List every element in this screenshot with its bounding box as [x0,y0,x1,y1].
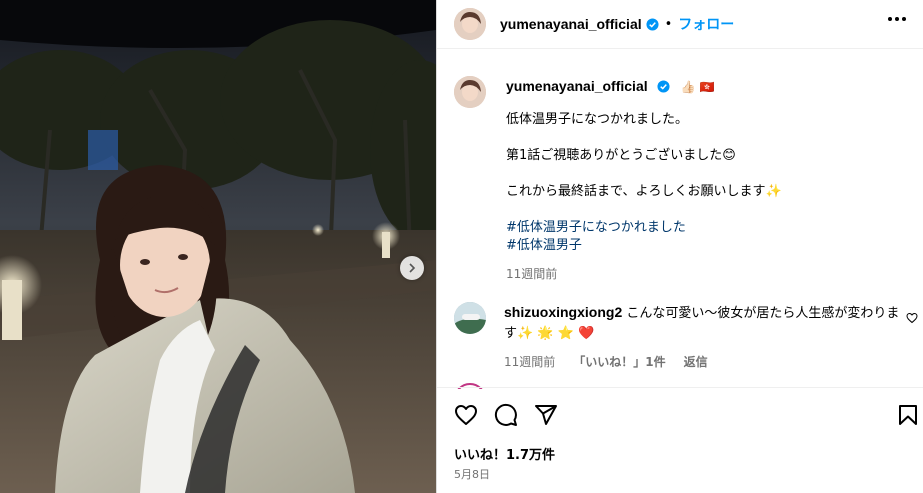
bookmark-icon [899,405,917,425]
caption-line-2: 第1話ご視聴ありがとうございました😊 [506,148,736,163]
verified-badge-icon [657,80,670,93]
next-image-button[interactable] [400,256,424,280]
avatar-image [454,76,486,108]
more-options-icon[interactable] [888,17,906,21]
hashtag-link[interactable]: #低体温男子になつかれました [506,219,782,237]
hashtag-link[interactable]: #低体温男子 [506,237,782,255]
post-date: 5月8日 [454,468,490,481]
chevron-right-icon [409,263,416,273]
separator-dot: • [664,16,673,32]
share-icon [535,405,557,425]
commenter-username[interactable]: shizuoxingxiong2 [504,304,622,320]
follow-button[interactable]: フォロー [678,14,734,34]
reply-button[interactable]: 返信 [684,352,708,372]
comment-icon [494,403,517,426]
comment-timestamp: 11週間前 [504,355,556,369]
author-avatar[interactable] [454,8,486,40]
caption-username[interactable]: yumenayanai_official [506,78,648,94]
heart-icon [455,405,477,425]
comment-likes-link[interactable]: 「いいね！」1件 [573,352,665,372]
share-button[interactable] [534,403,558,427]
caption-line-1: 低体温男子になつかれました。 [506,112,689,127]
caption-timestamp: 11週間前 [506,267,558,281]
post-header: yumenayanai_official • フォロー [437,0,923,49]
save-button[interactable] [896,403,920,427]
like-button[interactable] [454,403,478,427]
author-username[interactable]: yumenayanai_official [500,16,642,32]
caption-emoji: 👍🏻 🇭🇰 [680,80,715,94]
post-caption: yumenayanai_official 👍🏻 🇭🇰 低体温男子になつかれました… [454,76,914,282]
comment-item: shizuoxingxiong2 こんな可愛い〜彼女が居たら人生感が変わります✨… [454,302,923,372]
comment-button[interactable] [494,403,518,427]
caption-line-3: これから最終話まで、よろしくお願いします✨ [506,184,782,199]
post-details-panel: yumenayanai_official • フォロー yumenayanai_… [436,0,923,493]
post-photo-illustration [0,0,436,493]
post-actions: いいね！1.7万件 5月8日 [437,387,923,493]
comment-heart-icon[interactable] [906,312,918,324]
comment-meta: 11週間前 「いいね！」1件 返信 [504,352,900,372]
post-image [0,0,436,493]
caption-author-avatar[interactable] [454,76,486,108]
like-count[interactable]: いいね！1.7万件 [454,444,555,463]
avatar-image [454,8,486,40]
verified-badge-icon [646,17,659,31]
avatar-image [454,302,486,334]
commenter-avatar[interactable] [454,302,486,334]
